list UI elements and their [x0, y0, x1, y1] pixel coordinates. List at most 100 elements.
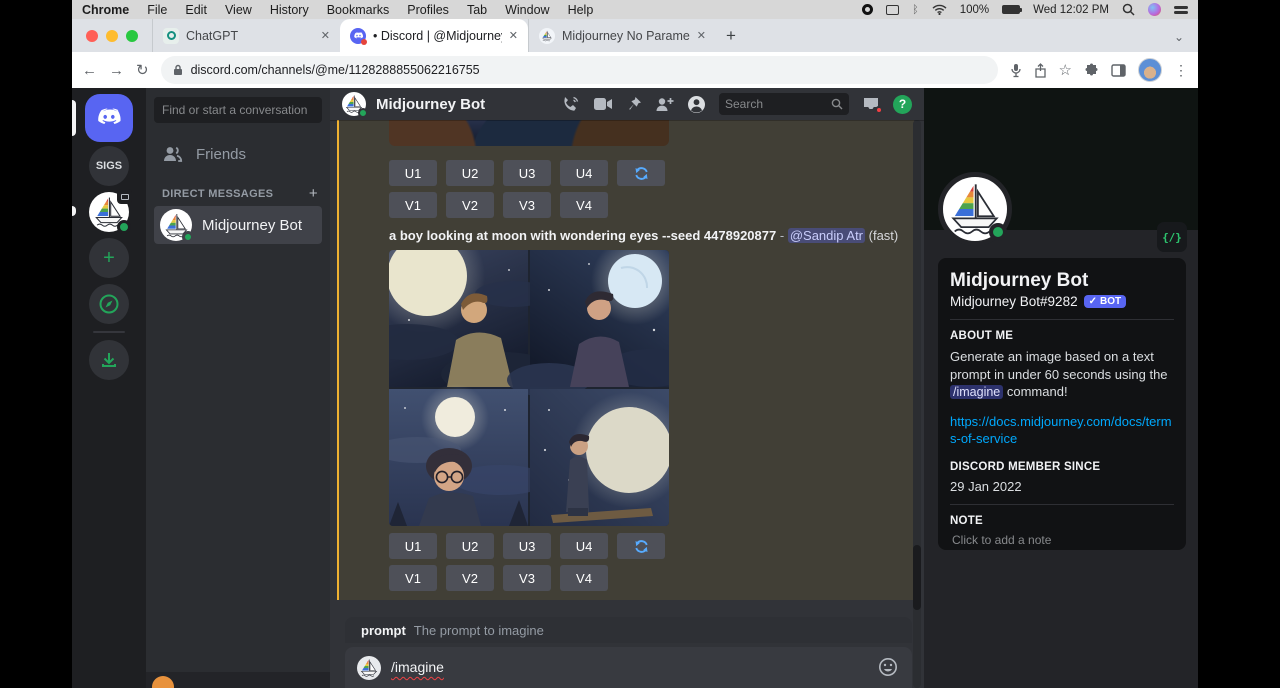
tab-chatgpt[interactable]: ChatGPT ✕ — [152, 19, 340, 52]
menu-history[interactable]: History — [270, 3, 309, 17]
discord-home-button[interactable] — [85, 94, 133, 142]
screen-record-icon[interactable] — [862, 4, 873, 15]
close-tab-icon[interactable]: ✕ — [321, 29, 330, 42]
refresh-icon — [634, 166, 649, 181]
video-call-icon[interactable] — [593, 97, 613, 111]
control-center-icon[interactable] — [1174, 6, 1188, 14]
extensions-icon[interactable] — [1084, 63, 1099, 78]
side-panel-icon[interactable] — [1111, 64, 1126, 77]
create-dm-icon[interactable]: + — [309, 185, 318, 202]
current-user-avatar[interactable] — [152, 676, 174, 688]
emoji-picker-icon[interactable] — [878, 657, 898, 677]
about-me-text: Generate an image based on a text prompt… — [950, 348, 1174, 401]
reroll-button[interactable] — [617, 533, 665, 559]
slash-commands-badge: {/} — [1157, 222, 1187, 252]
reroll-button[interactable] — [617, 160, 665, 186]
previous-grid-image-partial[interactable] — [389, 120, 669, 146]
screen-share-badge-icon — [117, 189, 132, 204]
slash-command-text[interactable]: /imagine — [391, 659, 444, 675]
siri-icon[interactable] — [1148, 3, 1161, 16]
spotlight-icon[interactable] — [1122, 3, 1135, 16]
message-composer[interactable]: /imagine prompt a boy looking at moon wi… — [345, 647, 912, 688]
address-bar[interactable]: discord.com/channels/@me/112828885506221… — [161, 56, 998, 84]
menu-app-name[interactable]: Chrome — [82, 3, 129, 17]
wifi-icon[interactable] — [932, 4, 947, 15]
user-profile-icon[interactable] — [687, 95, 706, 114]
menu-window[interactable]: Window — [505, 3, 549, 17]
chat-header: Midjourney Bot Search — [330, 88, 924, 120]
conversation-search-button[interactable]: Find or start a conversation — [154, 97, 322, 123]
variation-button-v1[interactable]: V1 — [389, 565, 437, 591]
download-apps-button[interactable] — [89, 340, 129, 380]
menu-tab[interactable]: Tab — [467, 3, 487, 17]
variation-button-v2[interactable]: V2 — [446, 565, 494, 591]
imagine-command-chip[interactable]: /imagine — [950, 385, 1003, 399]
menu-profiles[interactable]: Profiles — [407, 3, 449, 17]
lock-icon — [173, 64, 183, 76]
zoom-window-button[interactable] — [126, 30, 138, 42]
variation-button-v4[interactable]: V4 — [560, 565, 608, 591]
upscale-button-u3[interactable]: U3 — [503, 160, 551, 186]
close-window-button[interactable] — [86, 30, 98, 42]
variation-button-v4[interactable]: V4 — [560, 192, 608, 218]
mic-icon[interactable] — [1010, 63, 1022, 78]
pin-icon[interactable] — [626, 96, 642, 112]
back-button[interactable]: ← — [82, 62, 97, 79]
forward-button[interactable]: → — [109, 62, 124, 79]
dm-item-midjourney-bot[interactable]: Midjourney Bot — [154, 206, 322, 244]
add-friend-icon[interactable] — [655, 97, 674, 112]
menu-bookmarks[interactable]: Bookmarks — [327, 3, 390, 17]
note-input[interactable]: Click to add a note — [950, 533, 1174, 547]
upscale-button-u2[interactable]: U2 — [446, 533, 494, 559]
inbox-icon[interactable] — [862, 97, 880, 112]
add-server-button[interactable]: + — [89, 238, 129, 278]
close-tab-icon[interactable]: ✕ — [697, 29, 706, 42]
menubar-clock[interactable]: Wed 12:02 PM — [1033, 4, 1109, 16]
menu-edit[interactable]: Edit — [185, 3, 207, 17]
upscale-button-u1[interactable]: U1 — [389, 160, 437, 186]
notification-dot — [875, 106, 883, 114]
new-tab-button[interactable]: + — [716, 26, 746, 52]
upscale-button-u1[interactable]: U1 — [389, 533, 437, 559]
variation-button-v3[interactable]: V3 — [503, 192, 551, 218]
menu-help[interactable]: Help — [568, 3, 594, 17]
menu-file[interactable]: File — [147, 3, 167, 17]
midjourney-avatar[interactable] — [342, 92, 366, 116]
chat-search-input[interactable]: Search — [719, 93, 849, 115]
variation-button-v2[interactable]: V2 — [446, 192, 494, 218]
variation-button-v3[interactable]: V3 — [503, 565, 551, 591]
terms-of-service-link[interactable]: https://docs.midjourney.com/docs/terms-o… — [950, 414, 1174, 448]
minimize-window-button[interactable] — [106, 30, 118, 42]
close-tab-icon[interactable]: ✕ — [509, 29, 518, 42]
online-status-dot — [358, 108, 368, 118]
midjourney-image-grid[interactable] — [389, 250, 669, 526]
menu-view[interactable]: View — [225, 3, 252, 17]
bot-profile-panel: {/} Midjourney Bot Midjourney Bot#9282 ✓… — [924, 88, 1198, 688]
tab-midjourney[interactable]: Midjourney No Parameter ✕ — [528, 19, 716, 52]
midjourney-profile-avatar[interactable] — [938, 172, 1012, 246]
reload-button[interactable]: ↻ — [136, 61, 149, 79]
chrome-profile-avatar[interactable] — [1138, 58, 1162, 82]
bookmark-star-icon[interactable]: ☆ — [1059, 61, 1072, 79]
variation-button-v1[interactable]: V1 — [389, 192, 437, 218]
chrome-menu-icon[interactable]: ⋮ — [1174, 62, 1188, 79]
bluetooth-icon[interactable]: ᛒ — [912, 4, 919, 16]
midjourney-dm-rail-avatar[interactable] — [89, 192, 129, 232]
tab-overflow-icon[interactable]: ⌄ — [1174, 30, 1198, 52]
rail-divider — [93, 331, 125, 333]
user-mention[interactable]: @Sandip Atr — [788, 228, 865, 243]
upscale-button-u3[interactable]: U3 — [503, 533, 551, 559]
sidebar-item-friends[interactable]: Friends — [154, 137, 322, 171]
voice-call-icon[interactable] — [562, 95, 580, 113]
server-sigs[interactable]: SIGS — [89, 146, 129, 186]
display-icon[interactable] — [886, 5, 899, 15]
share-icon[interactable] — [1034, 63, 1047, 78]
upscale-button-u4[interactable]: U4 — [560, 533, 608, 559]
chat-scrollbar[interactable] — [913, 120, 921, 688]
upscale-button-u4[interactable]: U4 — [560, 160, 608, 186]
help-icon[interactable]: ? — [893, 95, 912, 114]
scrollbar-thumb[interactable] — [913, 545, 921, 610]
upscale-button-u2[interactable]: U2 — [446, 160, 494, 186]
explore-servers-button[interactable] — [89, 284, 129, 324]
tab-discord[interactable]: • Discord | @Midjourney Bot ✕ — [340, 19, 528, 52]
